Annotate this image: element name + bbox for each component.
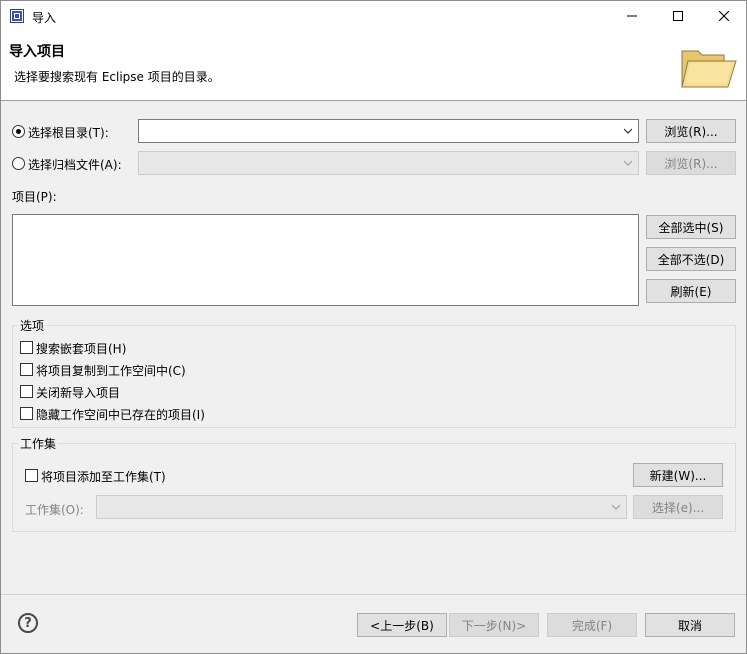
cancel-button[interactable]: 取消: [645, 613, 735, 637]
working-set-combo[interactable]: [96, 495, 627, 519]
chevron-down-icon: [612, 504, 620, 510]
copy-to-workspace-label: 将项目复制到工作空间中(C): [36, 364, 186, 378]
close-button[interactable]: [701, 1, 747, 31]
back-button[interactable]: <上一步(B): [357, 613, 447, 637]
eclipse-app-icon: [10, 9, 24, 23]
new-working-set-button[interactable]: 新建(W)...: [633, 463, 723, 487]
browse-archive-button[interactable]: 浏览(R)...: [646, 151, 736, 175]
close-icon: [719, 11, 729, 21]
window-title: 导入: [32, 11, 57, 25]
maximize-icon: [673, 11, 683, 21]
maximize-button[interactable]: [655, 1, 701, 31]
wizard-header: 导入项目 选择要搜索现有 Eclipse 项目的目录。: [1, 31, 746, 101]
import-dialog: 导入 导入项目 选择要搜索现有 Eclipse 项目的目录。 选择根目录(T):…: [0, 0, 747, 654]
hide-existing-checkbox[interactable]: [20, 407, 33, 420]
minimize-icon: [627, 15, 637, 17]
options-group-label: 选项: [18, 317, 47, 334]
title-bar: 导入: [1, 1, 746, 31]
search-nested-checkbox[interactable]: [20, 341, 33, 354]
add-to-working-set-checkbox[interactable]: [25, 469, 38, 482]
copy-to-workspace-checkbox[interactable]: [20, 363, 33, 376]
search-nested-label: 搜索嵌套项目(H): [36, 342, 127, 356]
minimize-button[interactable]: [609, 1, 655, 31]
root-dir-radio[interactable]: [12, 125, 25, 138]
next-button[interactable]: 下一步(N)>: [449, 613, 539, 637]
hide-existing-label: 隐藏工作空间中已存在的项目(I): [36, 408, 205, 422]
close-new-checkbox[interactable]: [20, 385, 33, 398]
select-working-set-button[interactable]: 选择(e)...: [633, 495, 723, 519]
page-title: 导入项目: [9, 44, 65, 60]
archive-combo[interactable]: [138, 151, 639, 175]
projects-label: 项目(P):: [12, 190, 57, 204]
open-folder-icon: [681, 50, 737, 88]
footer-separator: [1, 594, 746, 595]
chevron-down-icon: [624, 128, 632, 134]
projects-list[interactable]: [12, 214, 639, 306]
root-dir-label: 选择根目录(T):: [28, 126, 109, 140]
working-sets-group-label: 工作集: [18, 435, 59, 452]
deselect-all-button[interactable]: 全部不选(D): [646, 247, 736, 271]
working-set-label: 工作集(O):: [25, 503, 84, 517]
archive-radio[interactable]: [12, 157, 25, 170]
help-icon[interactable]: ?: [18, 613, 38, 633]
close-new-label: 关闭新导入项目: [36, 386, 121, 400]
chevron-down-icon: [624, 160, 632, 166]
refresh-button[interactable]: 刷新(E): [646, 279, 736, 303]
select-all-button[interactable]: 全部选中(S): [646, 215, 736, 239]
add-to-working-set-label: 将项目添加至工作集(T): [41, 470, 166, 484]
archive-label: 选择归档文件(A):: [28, 158, 122, 172]
root-dir-combo[interactable]: [138, 119, 639, 143]
browse-root-button[interactable]: 浏览(R)...: [646, 119, 736, 143]
page-description: 选择要搜索现有 Eclipse 项目的目录。: [14, 70, 220, 84]
finish-button[interactable]: 完成(F): [547, 613, 637, 637]
